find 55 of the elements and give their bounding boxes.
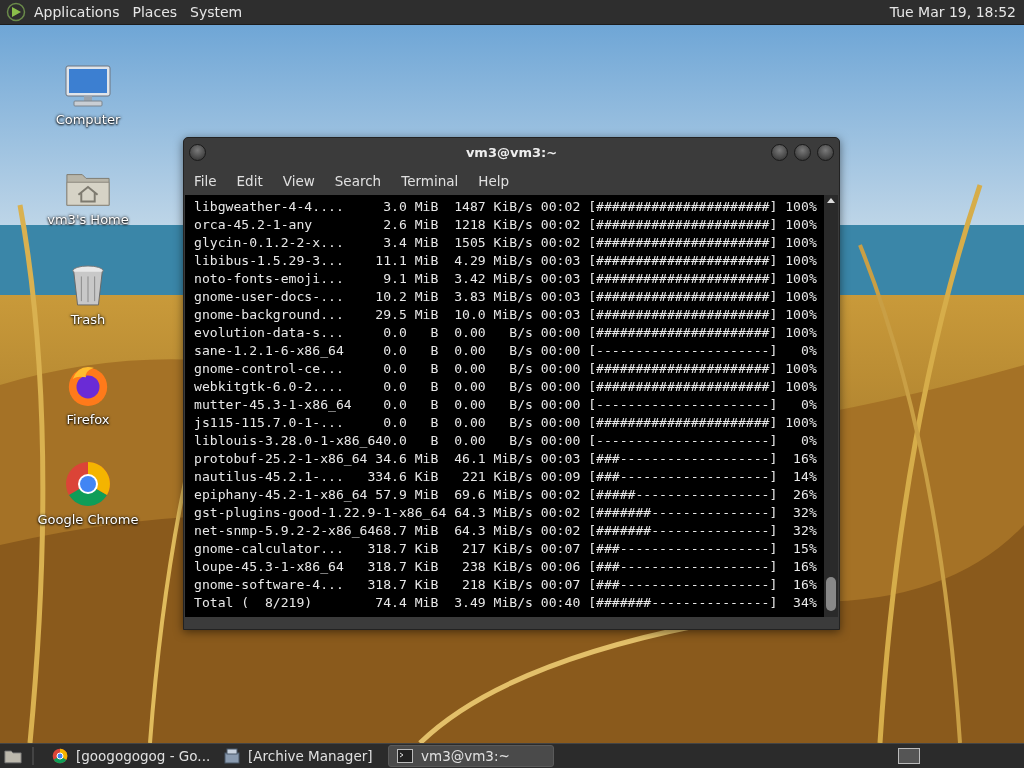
terminal-line: gnome-background... 29.5 MiB 10.0 MiB/s 00:03 [######################] 100% [194, 306, 817, 324]
menu-item[interactable]: Terminal [401, 173, 459, 189]
trash-icon[interactable] [69, 262, 107, 308]
terminal-line: orca-45.2-1-any 2.6 MiB 1218 KiB/s 00:02 [######################] 100% [194, 216, 817, 234]
scroll-up-arrow-icon[interactable] [827, 198, 835, 203]
maximize-button[interactable] [794, 144, 811, 161]
window-title: vm3@vm3:~ [465, 145, 558, 160]
desktop-icon-label[interactable]: Google Chrome [37, 512, 139, 527]
terminal-line: liblouis-3.28.0-1-x86_640.0 B 0.00 B/s 00:00 [----------------------] 0% [194, 432, 817, 450]
terminal-line: gnome-user-docs-... 10.2 MiB 3.83 MiB/s 00:03 [######################] 100% [194, 288, 817, 306]
minimize-button[interactable] [771, 144, 788, 161]
terminal-line: libibus-1.5.29-3... 11.1 MiB 4.29 MiB/s 00:03 [######################] 100% [194, 252, 817, 270]
terminal-line: glycin-0.1.2-2-x... 3.4 MiB 1505 KiB/s 00:02 [######################] 100% [194, 234, 817, 252]
terminal-line: nautilus-45.2.1-... 334.6 KiB 221 KiB/s 00:09 [###-------------------] 14% [194, 468, 817, 486]
folder-icon[interactable] [4, 748, 22, 764]
terminal-line: loupe-45.3-1-x86_64 318.7 KiB 238 KiB/s 00:06 [###-------------------] 16% [194, 558, 817, 576]
menu-item[interactable]: View [282, 173, 315, 189]
scroll-thumb[interactable] [826, 577, 836, 611]
clock[interactable]: Tue Mar 19, 18:52 [889, 4, 1016, 20]
terminal-line: protobuf-25.2-1-x86_64 34.6 MiB 46.1 MiB/s 00:03 [###-------------------] 16% [194, 450, 817, 468]
menu-item[interactable]: Search [334, 173, 382, 189]
menu-item[interactable]: Edit [236, 173, 263, 189]
archive-box-icon [224, 748, 240, 764]
terminal-line: gnome-calculator... 318.7 KiB 217 KiB/s 00:07 [###-------------------] 15% [194, 540, 817, 558]
terminal-line: mutter-45.3-1-x86_64 0.0 B 0.00 B/s 00:00 [----------------------] 0% [194, 396, 817, 414]
desktop-icon-label[interactable]: Firefox [66, 412, 110, 427]
terminal-line: gnome-software-4... 318.7 KiB 218 KiB/s 00:07 [###-------------------] 16% [194, 576, 817, 594]
chrome-icon [52, 748, 68, 764]
computer-icon[interactable] [64, 64, 112, 108]
terminal-line: net-snmp-5.9.2-2-x86_6468.7 MiB 64.3 MiB/s 00:02 [#######---------------] 32% [194, 522, 817, 540]
terminal-line: Total ( 8/219) 74.4 MiB 3.49 MiB/s 00:40 [#######---------------] 34% [194, 594, 817, 612]
close-button[interactable] [817, 144, 834, 161]
terminal-line: webkitgtk-6.0-2.... 0.0 B 0.00 B/s 00:00 [######################] 100% [194, 378, 817, 396]
terminal-line: gst-plugins-good-1.22.9-1-x86_64 64.3 MiB/s 00:02 [#######---------------] 32% [194, 504, 817, 522]
taskbar-button[interactable]: [Archive Manager] [216, 745, 382, 767]
terminal-icon [397, 749, 413, 763]
terminal-line: js115-115.7.0-1-... 0.0 B 0.00 B/s 00:00 [######################] 100% [194, 414, 817, 432]
workspace-switcher[interactable] [898, 748, 920, 764]
terminal-line: sane-1.2.1-6-x86_64 0.0 B 0.00 B/s 00:00 [----------------------] 0% [194, 342, 817, 360]
terminal-line: noto-fonts-emoji... 9.1 MiB 3.42 MiB/s 00:03 [######################] 100% [194, 270, 817, 288]
terminal-line: epiphany-45.2-1-x86_64 57.9 MiB 69.6 MiB/s 00:02 [#####-----------------] 26% [194, 486, 817, 504]
play-logo-icon[interactable] [6, 2, 26, 22]
menu-item[interactable]: Help [478, 173, 510, 189]
panel-menu[interactable]: System [190, 4, 243, 20]
terminal-line: libgweather-4-4.... 3.0 MiB 1487 KiB/s 00:02 [######################] 100% [194, 198, 817, 216]
terminal-line: gnome-control-ce... 0.0 B 0.00 B/s 00:00 [######################] 100% [194, 360, 817, 378]
menu-item[interactable]: File [194, 173, 217, 189]
terminal-line: evolution-data-s... 0.0 B 0.00 B/s 00:00 [######################] 100% [194, 324, 817, 342]
taskbar-button[interactable]: [googogogog - Go... [44, 745, 210, 767]
panel-menu[interactable]: Applications [34, 4, 120, 20]
chrome-icon[interactable] [64, 460, 112, 508]
taskbar-button[interactable]: vm3@vm3:~ [388, 745, 554, 767]
scrollbar[interactable] [824, 195, 838, 617]
panel-menu[interactable]: Places [132, 4, 178, 20]
window-menu-button[interactable] [189, 144, 206, 161]
